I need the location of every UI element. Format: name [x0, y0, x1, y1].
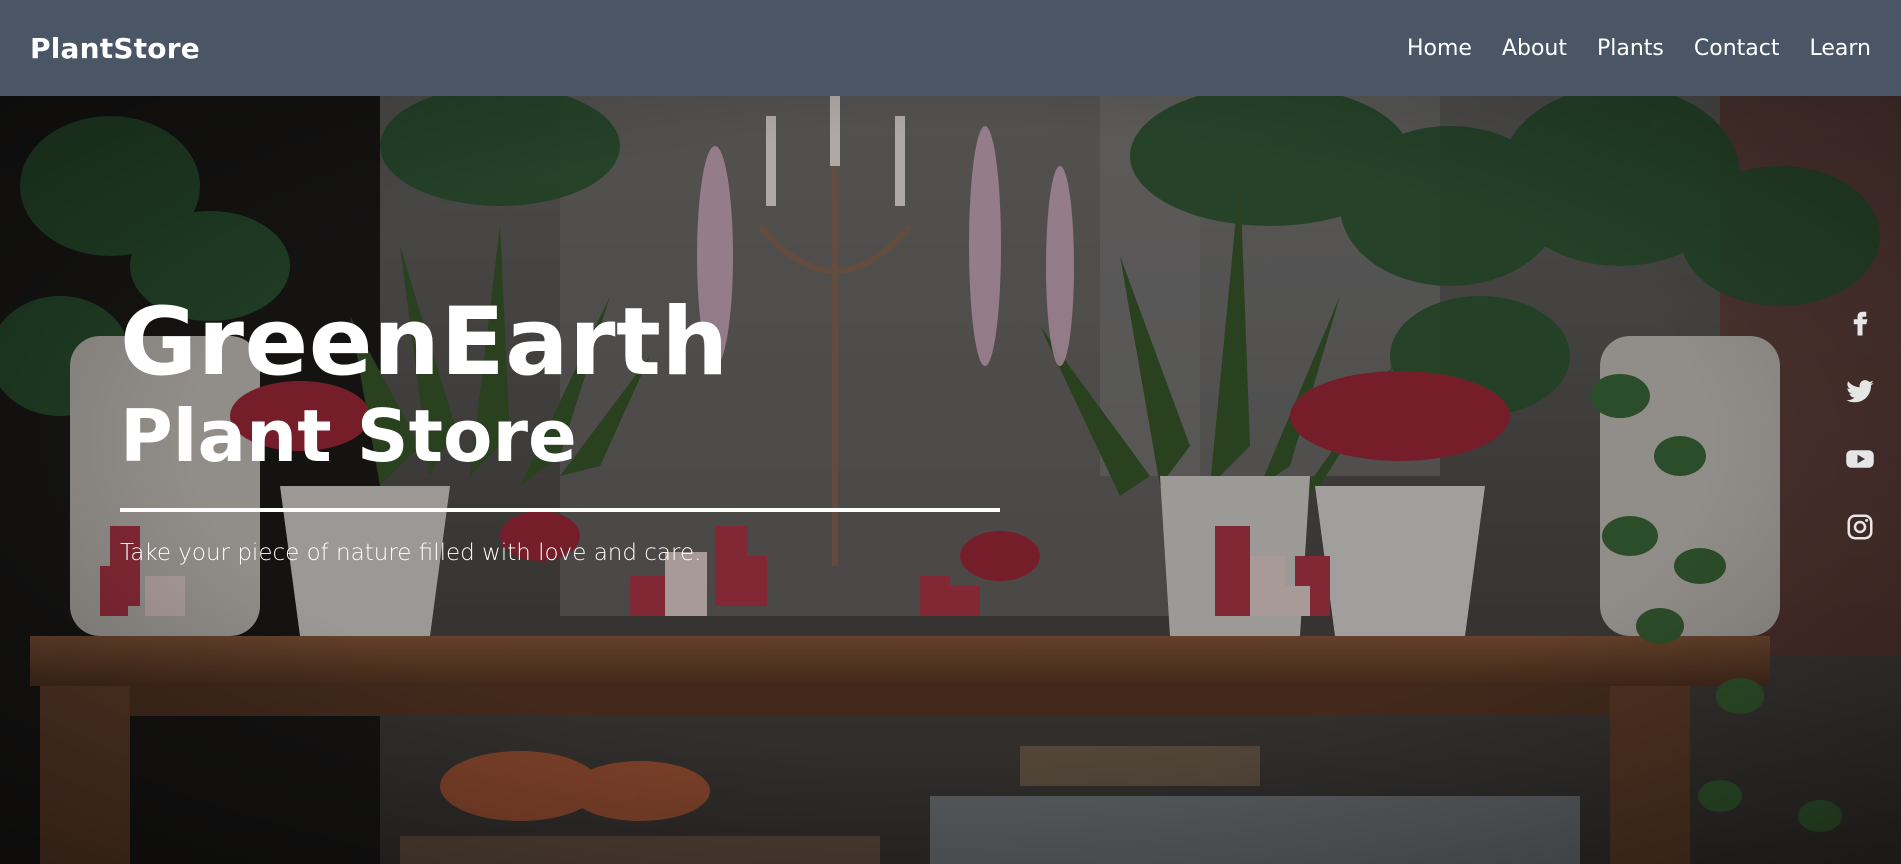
twitter-icon[interactable]: [1845, 376, 1875, 406]
hero-section: GreenEarth Plant Store Take your piece o…: [0, 96, 1901, 864]
nav-link-contact[interactable]: Contact: [1694, 36, 1780, 61]
brand-logo[interactable]: PlantStore: [30, 32, 200, 65]
hero-title-line2: Plant Store: [120, 394, 577, 478]
facebook-icon[interactable]: [1845, 308, 1875, 338]
hero-tagline: Take your piece of nature filled with lo…: [120, 540, 702, 566]
nav-link-learn[interactable]: Learn: [1810, 36, 1872, 61]
main-nav: Home About Plants Contact Learn: [1377, 36, 1871, 61]
hero-text-block: GreenEarth Plant Store Take your piece o…: [120, 296, 1000, 589]
nav-link-plants[interactable]: Plants: [1597, 36, 1664, 61]
youtube-icon[interactable]: [1845, 444, 1875, 474]
social-links: [1845, 308, 1875, 542]
nav-link-home[interactable]: Home: [1407, 36, 1472, 61]
hero-title-line1: GreenEarth: [120, 288, 729, 397]
navbar: PlantStore Home About Plants Contact Lea…: [0, 0, 1901, 96]
hero-divider: [120, 508, 1000, 512]
instagram-icon[interactable]: [1845, 512, 1875, 542]
nav-link-about[interactable]: About: [1502, 36, 1567, 61]
